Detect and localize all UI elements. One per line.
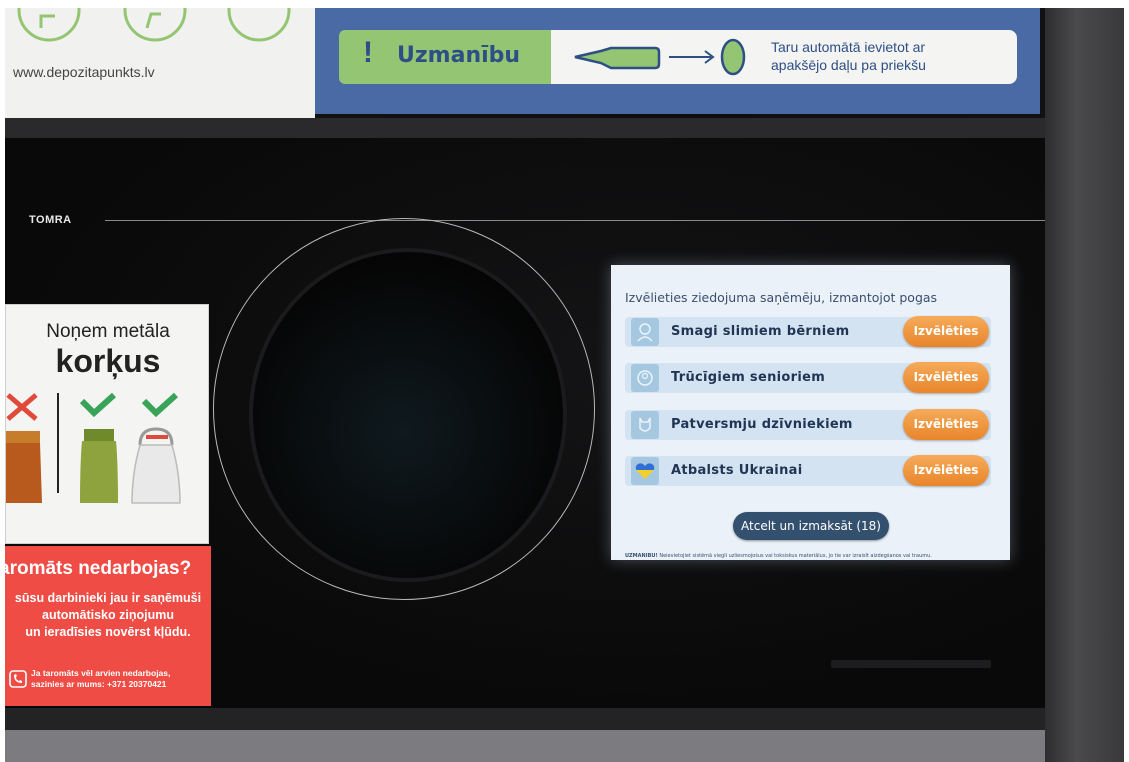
select-button-ukraine[interactable]: Izvēlēties (903, 455, 989, 486)
phone-icon (9, 670, 27, 688)
caps-title-line-2: korķus (55, 343, 161, 379)
cross-icon (6, 393, 38, 421)
help-body-line-2: automātisko ziņojumu (42, 608, 174, 622)
donation-option-seniors: Trūcīgiem senioriem Izvēlēties (625, 361, 991, 395)
donation-option-label: Trūcīgiem senioriem (671, 370, 826, 385)
select-button-animals[interactable]: Izvēlēties (903, 409, 989, 440)
insert-instruction: Taru automātā ievietot ar apakšējo daļu … (771, 38, 1011, 74)
machine-side-frame (1045, 8, 1124, 762)
tomra-logo: TOMRA (29, 214, 72, 226)
safety-warning-label: UZMANĪBU! (625, 553, 658, 559)
help-body-line-3: un ieradīsies novērst kļūdu. (25, 625, 191, 639)
caps-title-line-1: Noņem metāla (46, 321, 170, 342)
donation-prompt: Izvēlieties ziedojuma saņēmēju, izmantoj… (625, 290, 938, 305)
donation-option-animals: Patversmju dzīvniekiem Izvēlēties (625, 408, 991, 442)
floor-edge (5, 730, 1045, 762)
instruction-box: Taru automātā ievietot ar apakšējo daļu … (551, 30, 1017, 84)
brand-divider-line (105, 220, 1045, 221)
bottle-inlet-opening[interactable] (249, 248, 567, 582)
bottle-caps-illustration (6, 392, 181, 504)
donation-option-label: Atbalsts Ukrainai (671, 463, 803, 478)
elder-icon (631, 364, 659, 392)
warning-label: Uzmanību (397, 43, 521, 68)
safety-warning-text: Neievietojiet sistēmā viegli uzliesmojoš… (657, 553, 932, 559)
select-button-children[interactable]: Izvēlēties (903, 316, 989, 347)
animal-icon (631, 411, 659, 439)
help-title: aromāts nedarbojas? (5, 558, 192, 579)
child-icon (631, 318, 659, 346)
select-button-seniors[interactable]: Izvēlēties (903, 362, 989, 393)
receipt-slot (831, 660, 991, 668)
deposit-symbols-icon (17, 8, 291, 42)
cancel-and-pay-button[interactable]: Atcelt un izmaksāt (18) (733, 512, 889, 540)
donation-option-label: Patversmju dzīvniekiem (671, 417, 853, 432)
reverse-vending-machine-photo: www.depozitapunkts.lv ! Uzmanību Taru au… (5, 8, 1124, 762)
header-sticker-left: www.depozitapunkts.lv (5, 8, 315, 118)
safety-warning: UZMANĪBU! Neievietojiet sistēmā viegli u… (625, 553, 1005, 559)
check-icon (79, 392, 117, 418)
help-body: sūsu darbinieki jau ir saņēmuši automāti… (5, 590, 211, 641)
donation-option-children: Smagi slimiem bērniem Izvēlēties (625, 315, 991, 349)
help-contact-line-2: sazinies ar mums: +371 20370421 (31, 679, 167, 689)
help-body-line-1: sūsu darbinieki jau ir saņēmuši (14, 591, 202, 605)
heart-ukraine-icon (631, 457, 659, 485)
remove-caps-sticker: Noņem metāla korķus (5, 304, 209, 544)
instruction-line-2: apakšējo daļu pa priekšu (771, 57, 926, 73)
check-icon (141, 392, 179, 418)
donation-option-ukraine: Atbalsts Ukrainai Izvēlēties (625, 454, 991, 488)
website-url: www.depozitapunkts.lv (13, 64, 155, 80)
instruction-line-1: Taru automātā ievietot ar (771, 39, 926, 55)
bottle-insert-direction-icon (574, 38, 746, 76)
exclamation-icon: ! (363, 36, 373, 69)
donation-option-label: Smagi slimiem bērniem (671, 324, 850, 339)
help-contact: Ja taromāts vēl arvien nedarbojas, sazin… (31, 668, 211, 690)
help-contact-line-1: Ja taromāts vēl arvien nedarbojas, (31, 668, 171, 678)
photo-scene: www.depozitapunkts.lv ! Uzmanību Taru au… (0, 0, 1129, 762)
header-sticker-right: ! Uzmanību Taru automātā ievietot ar apa… (315, 8, 1040, 114)
donation-touch-screen: Izvēlieties ziedojuma saņēmēju, izmantoj… (611, 265, 1010, 560)
warning-box: ! Uzmanību (339, 30, 551, 84)
machine-not-working-sticker: aromāts nedarbojas? sūsu darbinieki jau … (5, 546, 211, 706)
